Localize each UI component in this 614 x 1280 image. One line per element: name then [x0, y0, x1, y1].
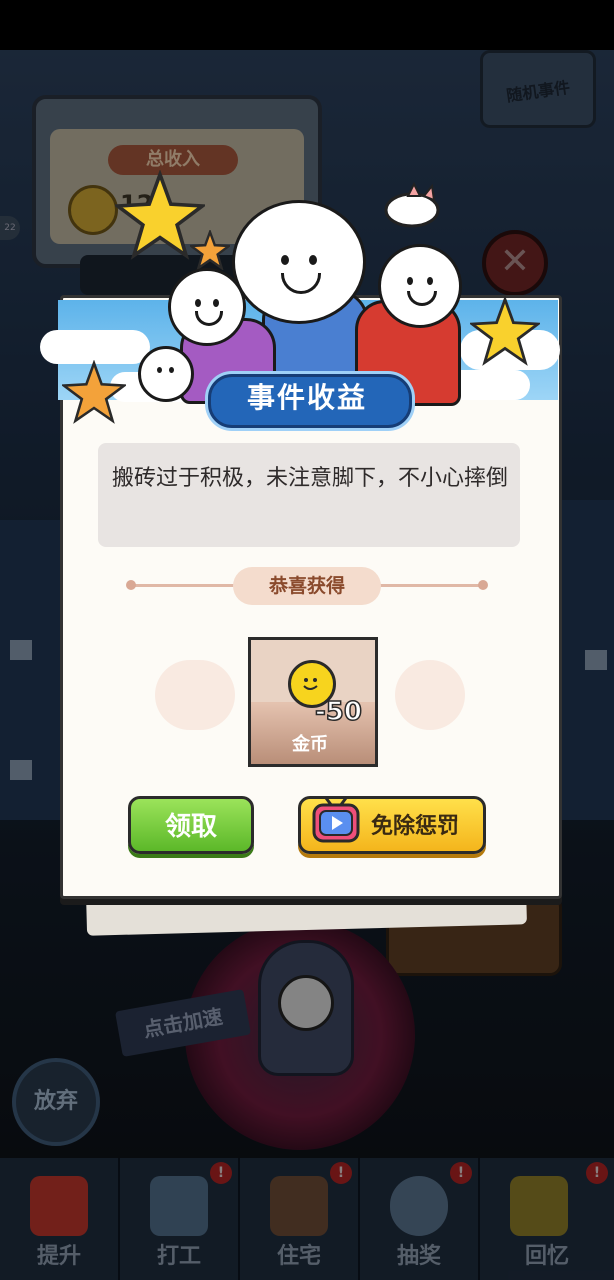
reward-amount: -50 — [314, 696, 362, 728]
star-icon — [190, 230, 230, 270]
character-head — [168, 268, 246, 346]
divider-line — [378, 584, 484, 587]
decorative-ghost — [395, 660, 465, 730]
dialog-title: 事件收益 — [246, 381, 367, 414]
character-head — [138, 346, 194, 402]
claim-button[interactable]: 领取 — [128, 796, 254, 854]
event-description: 搬砖过于积极，未注意脚下，不小心摔倒 — [111, 466, 508, 491]
character-head — [232, 200, 366, 324]
star-icon — [470, 296, 540, 366]
congrats-label: 恭喜获得 — [233, 567, 381, 605]
description-box — [98, 443, 520, 547]
star-icon — [62, 360, 126, 424]
divider-dot — [478, 580, 488, 590]
status-bar — [0, 0, 614, 50]
tv-video-icon — [312, 797, 360, 843]
cat-icon — [384, 181, 440, 228]
cloud — [40, 330, 150, 364]
divider-line — [130, 584, 240, 587]
decorative-ghost — [155, 660, 235, 730]
character-head — [378, 244, 462, 328]
divider-dot — [126, 580, 136, 590]
reward-name: 金币 — [292, 734, 328, 755]
